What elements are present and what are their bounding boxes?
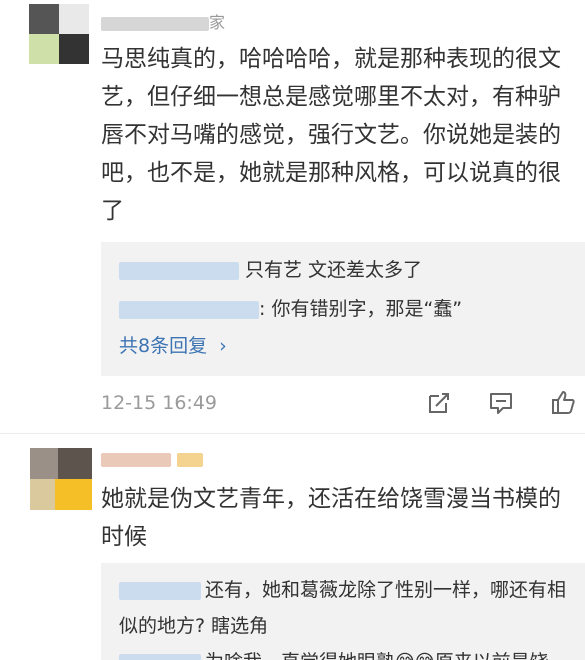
comment-username[interactable]: 家: [101, 9, 225, 33]
reply-item[interactable]: 只有艺 文还差太多了: [119, 255, 422, 282]
comment-body: 她就是伪文艺青年，还活在给饶雪漫当书模的 时候: [101, 480, 561, 556]
username-suffix: 家: [209, 13, 226, 32]
more-replies-label: 共8条回复: [119, 335, 208, 357]
comment-line: 了: [101, 198, 124, 224]
reply-box: 只有艺 文还差太多了 : 你有错别字，那是“蠢” 共8条回复 ›: [101, 242, 585, 376]
comment-line: 马思纯真的，哈哈哈哈，就是那种表现的很文: [101, 46, 561, 72]
reply-item[interactable]: : 你有错别字，那是“蠢”: [119, 294, 462, 321]
username-blurred: [101, 452, 171, 467]
reply-item[interactable]: 还有，她和葛薇龙除了性别一样，哪还有相: [119, 575, 566, 602]
comment-icon[interactable]: [488, 390, 514, 416]
more-replies-link[interactable]: 共8条回复 ›: [119, 331, 227, 358]
reply-text: 还有，她和葛薇龙除了性别一样，哪还有相: [205, 579, 567, 601]
reply-item-continued: 似的地方? 瞎选角: [119, 615, 269, 637]
reply-author-blurred[interactable]: [119, 581, 201, 600]
avatar[interactable]: [30, 448, 92, 510]
like-icon[interactable]: [550, 389, 576, 415]
comment-divider: [0, 433, 585, 434]
weibo-comment-thread: 家 马思纯真的，哈哈哈哈，就是那种表现的很文 艺，但仔细一想总是感觉哪里不太对，…: [0, 0, 585, 660]
comment-line: 吧，也不是，她就是那种风格，可以说真的很: [101, 160, 561, 186]
reply-text: : 你有错别字，那是“蠢”: [259, 298, 463, 320]
comment-username[interactable]: [101, 449, 203, 468]
comment-timestamp: 12-15 16:49: [101, 392, 218, 414]
badge-icon: [177, 452, 203, 467]
reply-author-blurred[interactable]: [119, 261, 239, 280]
reply-author-blurred[interactable]: [119, 653, 201, 660]
reply-item[interactable]: 为啥我一直觉得她眼熟😅😅原来以前是饶: [119, 647, 549, 660]
avatar[interactable]: [29, 4, 89, 64]
reply-text: 为啥我一直觉得她眼熟😅😅原来以前是饶: [205, 651, 549, 660]
reply-author-blurred[interactable]: [119, 300, 259, 319]
reply-box: 还有，她和葛薇龙除了性别一样，哪还有相 似的地方? 瞎选角 为啥我一直觉得她眼熟…: [101, 563, 585, 660]
comment-line: 唇不对马嘴的感觉，强行文艺。你说她是装的: [101, 122, 561, 148]
reply-text: 只有艺 文还差太多了: [245, 259, 423, 281]
chevron-right-icon: ›: [219, 335, 227, 357]
share-icon[interactable]: [426, 390, 452, 416]
comment-line: 艺，但仔细一想总是感觉哪里不太对，有种驴: [101, 84, 561, 110]
comment-line: 她就是伪文艺青年，还活在给饶雪漫当书模的: [101, 486, 561, 512]
comment-line: 时候: [101, 524, 147, 550]
comment-body: 马思纯真的，哈哈哈哈，就是那种表现的很文 艺，但仔细一想总是感觉哪里不太对，有种…: [101, 40, 561, 230]
username-blurred: [101, 16, 209, 31]
